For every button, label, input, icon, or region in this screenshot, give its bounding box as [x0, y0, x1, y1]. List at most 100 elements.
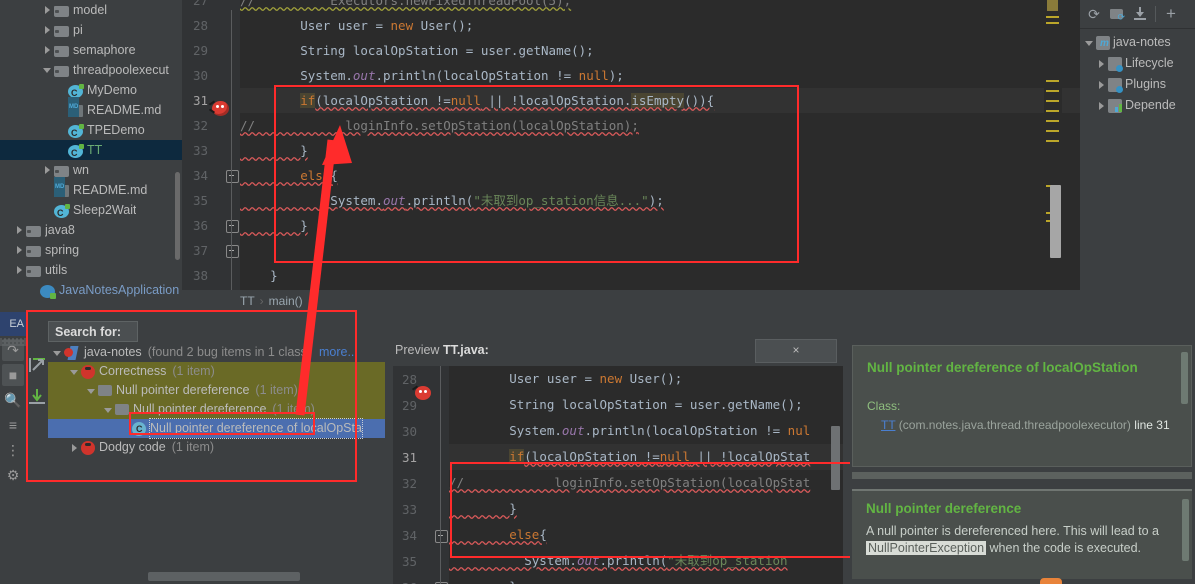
project-tree-scrollbar[interactable]: [175, 172, 180, 260]
project-tree-item[interactable]: wn: [0, 160, 182, 180]
findbugs-side-toolbar[interactable]: [26, 336, 48, 584]
project-tree-item[interactable]: pi: [0, 20, 182, 40]
maven-tool-window[interactable]: ⟳ ⟳ + java-notes Lifecycle Plugins Depende: [1080, 0, 1195, 312]
preview-vertical-scrollbar[interactable]: [831, 426, 840, 490]
code-line[interactable]: // loginInfo.setOpStation(localOpStation…: [240, 113, 639, 138]
code-line[interactable]: }: [240, 263, 278, 288]
code-line[interactable]: if(localOpStation !=null || !localOpStat…: [240, 88, 714, 113]
collapse-icon[interactable]: [27, 388, 47, 408]
fold-toggle-icon[interactable]: [226, 170, 239, 183]
code-editor[interactable]: 27 28 29 30 31 32 33 34 35 36 37 38 // Executors.ne…: [182, 0, 1080, 290]
chevron-right-icon[interactable]: [14, 220, 26, 240]
dotted-handle[interactable]: [0, 338, 26, 346]
chevron-down-icon[interactable]: [86, 381, 98, 401]
project-tree-item[interactable]: Sleep2Wait: [0, 200, 182, 223]
project-tree-item[interactable]: README.md: [0, 97, 182, 120]
findbugs-horizontal-scrollbar[interactable]: [148, 572, 300, 581]
export-icon[interactable]: [27, 356, 47, 376]
maven-tree-item[interactable]: Depende: [1080, 95, 1195, 116]
breadcrumb[interactable]: TT › main(): [182, 290, 1138, 312]
findbugs-results-tree[interactable]: java-notes (found 2 bug items in 1 class)…: [48, 343, 385, 482]
code-line[interactable]: }: [240, 138, 308, 163]
stop-icon[interactable]: ■: [2, 364, 24, 386]
preview-breakpoint-icon[interactable]: [411, 385, 431, 400]
chevron-right-icon[interactable]: [1096, 96, 1108, 116]
project-tool-window[interactable]: model pi semaphore threadpoolexecut MyDemo RE…: [0, 0, 182, 312]
preview-fold-toggle-icon[interactable]: [435, 530, 448, 543]
chevron-down-icon[interactable]: [52, 343, 64, 363]
bug-detail-panel[interactable]: Null pointer dereference of localOpStati…: [852, 345, 1192, 467]
code-line[interactable]: System.out.println("未取到op_station信息...")…: [240, 188, 663, 213]
project-tree-item[interactable]: utils: [0, 260, 182, 280]
code-token: null: [578, 68, 609, 83]
preview-panel[interactable]: Preview TT.java: × 28 29 30 31 32 33 34 35 36 Us…: [385, 336, 850, 584]
description-scrollbar[interactable]: [1182, 499, 1189, 561]
project-tree-item[interactable]: spring: [0, 240, 182, 260]
fold-toggle-icon[interactable]: [226, 245, 239, 258]
filter-icon[interactable]: ⋮: [2, 439, 24, 461]
maven-tree-item[interactable]: Lifecycle: [1080, 53, 1195, 74]
editor-gutter[interactable]: 27 28 29 30 31 32 33 34 35 36 37 38: [182, 0, 240, 290]
bug-tree-item[interactable]: Null pointer dereference (1 item): [48, 381, 385, 400]
code-line[interactable]: // Executors.newFixedThreadPool(5);: [240, 0, 571, 13]
project-tree-item[interactable]: java8: [0, 220, 182, 240]
bug-tree-item[interactable]: Null pointer dereference of localOpSta: [48, 418, 385, 439]
chevron-down-icon[interactable]: [42, 60, 54, 80]
project-tree-item[interactable]: model: [0, 0, 182, 20]
chevron-down-icon[interactable]: [69, 362, 81, 382]
bug-tree-item[interactable]: Dodgy code (1 item): [48, 438, 385, 457]
fold-toggle-icon[interactable]: [226, 220, 239, 233]
maven-tree-item[interactable]: Plugins: [1080, 74, 1195, 95]
editor-vertical-scrollbar[interactable]: [1050, 185, 1061, 258]
bug-description-panel[interactable]: Null pointer dereference A null pointer …: [852, 489, 1192, 579]
refresh-icon[interactable]: ⟳: [1086, 6, 1102, 22]
bug-tree-item[interactable]: Correctness (1 item): [48, 362, 385, 381]
chevron-right-icon[interactable]: [42, 0, 54, 20]
list-icon[interactable]: ≡: [2, 414, 24, 436]
reimport-icon[interactable]: ⟳: [1109, 6, 1125, 22]
code-line[interactable]: }: [240, 213, 308, 238]
project-tree-item[interactable]: JavaNotesApplication: [0, 280, 182, 300]
left-tool-strip[interactable]: ↷ ■ 🔍 ≡ ⋮ ⚙: [0, 336, 27, 584]
chevron-right-icon[interactable]: [14, 240, 26, 260]
code-token: String localOpStation = user.getName();: [240, 43, 594, 58]
add-icon[interactable]: +: [1163, 5, 1179, 22]
chevron-right-icon[interactable]: [42, 20, 54, 40]
maven-tree-item[interactable]: java-notes: [1080, 32, 1195, 54]
project-tree-item[interactable]: README.md: [0, 177, 182, 200]
chevron-right-icon[interactable]: [1096, 75, 1108, 95]
detail-splitter[interactable]: [852, 472, 1192, 479]
close-button[interactable]: ×: [755, 339, 837, 363]
code-line[interactable]: else{: [240, 163, 338, 188]
find-icon[interactable]: 🔍: [2, 389, 24, 411]
chevron-right-icon[interactable]: [14, 260, 26, 280]
maven-toolbar[interactable]: ⟳ ⟳ +: [1080, 0, 1195, 29]
ide-tab-label[interactable]: EA: [0, 312, 26, 336]
project-tree-item[interactable]: TPEDemo: [0, 120, 182, 143]
chevron-right-icon[interactable]: [1096, 54, 1108, 74]
breadcrumb-method[interactable]: main(): [269, 294, 303, 308]
breadcrumb-class[interactable]: TT: [240, 294, 255, 308]
bug-tree-item[interactable]: Null pointer dereference (1 item): [48, 400, 385, 419]
code-line[interactable]: String localOpStation = user.getName();: [240, 38, 594, 63]
code-token: null: [450, 93, 481, 108]
project-tree-item[interactable]: semaphore: [0, 40, 182, 60]
project-tree-item[interactable]: threadpoolexecut: [0, 60, 182, 80]
preview-code-area[interactable]: 28 29 30 31 32 33 34 35 36 User user = new User(…: [393, 366, 843, 584]
chevron-right-icon[interactable]: [69, 438, 81, 458]
code-line[interactable]: User user = new User();: [240, 13, 473, 38]
chevron-down-icon[interactable]: [1084, 33, 1096, 53]
breakpoint-icon[interactable]: [208, 100, 229, 116]
project-tree-item[interactable]: MyDemo: [0, 80, 182, 103]
more-link[interactable]: more...: [319, 343, 358, 362]
chevron-down-icon[interactable]: [103, 400, 115, 420]
download-sources-icon[interactable]: [1132, 6, 1148, 22]
class-link[interactable]: TT: [881, 418, 895, 432]
chevron-right-icon[interactable]: [42, 40, 54, 60]
settings-icon[interactable]: ⚙: [2, 464, 24, 486]
detail-scrollbar[interactable]: [1181, 352, 1188, 404]
code-line[interactable]: System.out.println(localOpStation != nul…: [240, 63, 624, 88]
bug-tree-item[interactable]: java-notes (found 2 bug items in 1 class)…: [48, 343, 385, 362]
project-tree-item[interactable]: TT: [0, 140, 182, 163]
chevron-right-icon[interactable]: [42, 160, 54, 180]
